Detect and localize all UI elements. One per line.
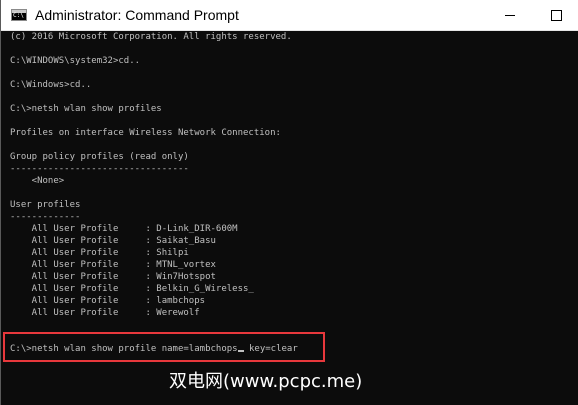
watermark-text: 双电网(www.pcpc.me) bbox=[169, 371, 363, 392]
minimize-button[interactable] bbox=[487, 0, 533, 30]
console-line: All User Profile : Shilpi bbox=[10, 248, 189, 258]
console-line: C:\>netsh wlan show profiles bbox=[10, 104, 162, 114]
console-line: ------------- bbox=[10, 212, 81, 222]
console-line: All User Profile : lambchops bbox=[10, 296, 206, 306]
console-line: All User Profile : MTNL_vortex bbox=[10, 260, 216, 270]
console-line: Profiles on interface Wireless Network C… bbox=[10, 128, 281, 138]
console-line: C:\Windows>cd.. bbox=[10, 80, 92, 90]
console-line: Group policy profiles (read only) bbox=[10, 152, 189, 162]
console-line: All User Profile : Win7Hotspot bbox=[10, 272, 216, 282]
window-title: Administrator: Command Prompt bbox=[35, 7, 239, 23]
maximize-button[interactable] bbox=[533, 0, 578, 30]
console-line: C:\WINDOWS\system32>cd.. bbox=[10, 56, 141, 66]
console-line: All User Profile : Saikat_Basu bbox=[10, 236, 216, 246]
command-prompt-window: C:\ Administrator: Command Prompt (c) 20… bbox=[0, 0, 578, 405]
console-line: All User Profile : Werewolf bbox=[10, 308, 200, 318]
console-line: <None> bbox=[10, 176, 65, 186]
minimize-icon bbox=[505, 15, 515, 16]
console-line: User profiles bbox=[10, 200, 81, 210]
cmd-icon[interactable]: C:\ bbox=[11, 9, 27, 21]
console-line: All User Profile : D-Link_DIR-600M bbox=[10, 224, 238, 234]
console-line: (c) 2016 Microsoft Corporation. All righ… bbox=[10, 32, 292, 42]
maximize-icon bbox=[551, 10, 562, 21]
title-bar[interactable]: C:\ Administrator: Command Prompt bbox=[1, 0, 578, 31]
console-line: --------------------------------- bbox=[10, 164, 189, 174]
command-highlight-box bbox=[3, 332, 325, 362]
console-line: All User Profile : Belkin_G_Wireless_ bbox=[10, 284, 254, 294]
